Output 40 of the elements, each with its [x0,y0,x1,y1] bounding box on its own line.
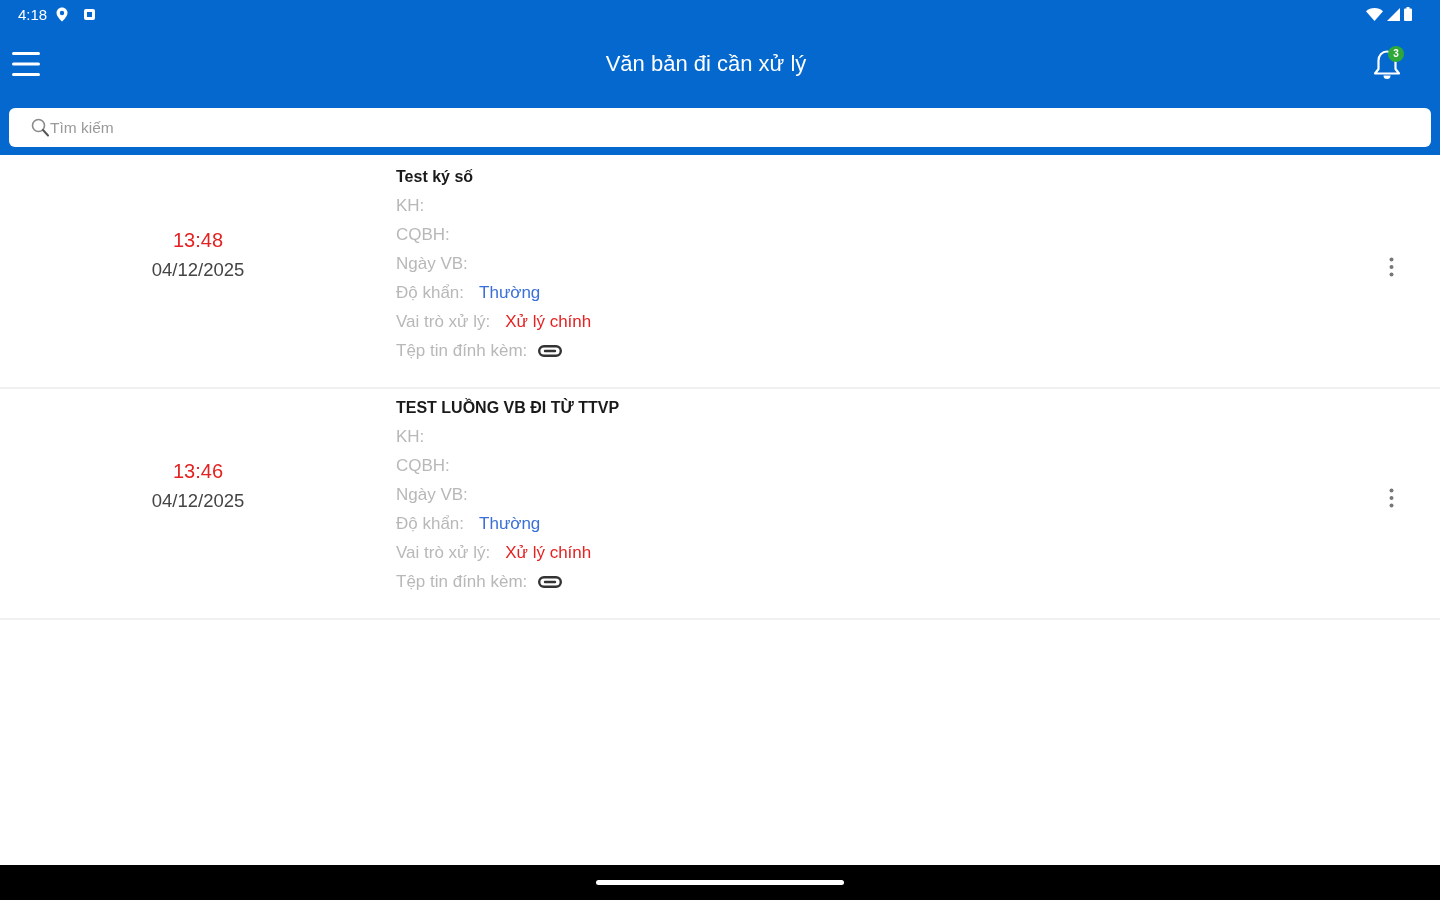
document-date: 04/12/2025 [151,257,245,282]
more-options-icon[interactable] [1389,256,1394,277]
document-date: 04/12/2025 [151,488,245,513]
signal-icon [1387,7,1400,21]
battery-icon [1404,7,1412,21]
field-label: Ngày VB: [396,484,468,505]
more-options-icon[interactable] [1389,487,1394,508]
link-icon[interactable] [538,575,563,588]
document-item[interactable]: 13:48 04/12/2025 Test ký số KH: CQBH: Ngày VB: Độ khẩn: Thường Vai trò xử lý: Xử lý chính Tệp tin đính kèm: [0,158,1440,389]
document-time: 13:46 [172,458,224,484]
bell-icon[interactable] [1372,48,1402,80]
field-label: Độ khẩn: [396,282,465,303]
field-value: Xử lý chính [505,311,592,332]
field-value: Thường [479,282,541,303]
document-title: Test ký số [396,167,474,186]
field-label: Ngày VB: [396,253,468,274]
field-label: Tệp tin đính kèm: [396,571,528,592]
field-value: Xử lý chính [505,542,592,563]
field-label: KH: [396,195,425,216]
document-time: 13:48 [172,227,224,253]
search-icon [31,118,49,137]
field-label: Vai trò xử lý: [396,311,491,332]
status-time: 4:18 [18,5,48,23]
search-field[interactable]: Tìm kiếm [9,108,1431,147]
screen-title: Văn bản đi cần xử lý [605,51,807,77]
document-item[interactable]: 13:46 04/12/2025 TEST LUỒNG VB ĐI TỪ TTVP KH: CQBH: Ngày VB: Độ khẩn: Thường Vai trò xử lý: Xử lý chính Tệp tin đính kèm: [0,389,1440,620]
document-title: TEST LUỒNG VB ĐI TỪ TTVP [396,398,620,417]
field-label: Tệp tin đính kèm: [396,340,528,361]
field-label: KH: [396,426,425,447]
location-pin-icon [56,6,69,22]
field-label: CQBH: [396,455,450,476]
menu-icon[interactable] [12,52,40,76]
notification-badge: 3 [1388,46,1404,62]
link-icon[interactable] [538,344,563,357]
field-label: CQBH: [396,224,450,245]
wifi-icon [1366,7,1383,21]
field-label: Vai trò xử lý: [396,542,491,563]
square-icon [84,8,96,20]
field-value: Thường [479,513,541,534]
field-label: Độ khẩn: [396,513,465,534]
